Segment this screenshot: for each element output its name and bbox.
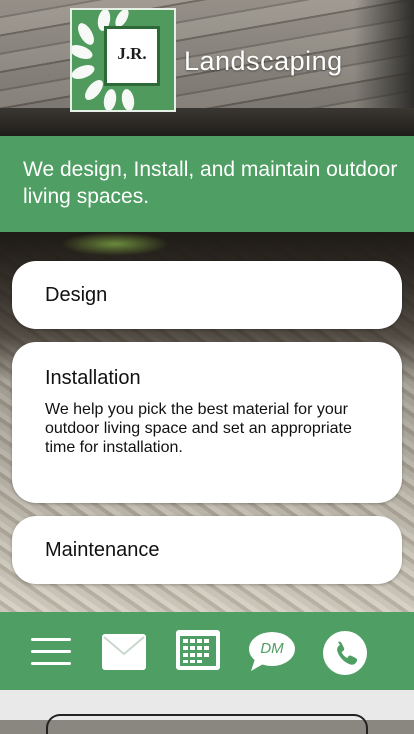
hero-ground bbox=[0, 108, 414, 136]
dm-label: DM bbox=[260, 640, 284, 657]
service-card-maintenance[interactable]: Maintenance bbox=[12, 516, 402, 584]
service-title: Installation bbox=[45, 367, 141, 389]
phone-button[interactable] bbox=[322, 630, 368, 675]
calendar-icon bbox=[176, 630, 220, 670]
service-description: We help you pick the best material for y… bbox=[45, 401, 352, 456]
tagline-banner: We design, Install, and maintain outdoor… bbox=[0, 136, 414, 232]
service-title: Maintenance bbox=[45, 539, 160, 561]
hamburger-menu-icon bbox=[31, 638, 71, 665]
menu-button[interactable] bbox=[30, 630, 72, 674]
hero-image: J.R. Landscaping bbox=[0, 0, 414, 136]
service-card-design[interactable]: Design bbox=[12, 261, 402, 329]
tagline-text: We design, Install, and maintain outdoor… bbox=[23, 158, 398, 208]
partial-control bbox=[46, 714, 368, 734]
service-card-installation[interactable]: Installation We help you pick the best m… bbox=[12, 342, 402, 503]
service-title: Design bbox=[45, 284, 108, 306]
phone-icon bbox=[323, 631, 367, 675]
bottom-nav: DM bbox=[0, 612, 414, 690]
logo-text: J.R. bbox=[117, 44, 147, 63]
email-button[interactable] bbox=[101, 632, 147, 676]
greenery bbox=[60, 232, 170, 256]
calendar-button[interactable] bbox=[175, 629, 221, 673]
logo[interactable]: J.R. bbox=[70, 8, 176, 112]
direct-message-button[interactable]: DM bbox=[247, 631, 297, 675]
brand-name: Landscaping bbox=[184, 46, 343, 76]
mail-icon bbox=[102, 634, 146, 670]
browser-bottom-area bbox=[0, 690, 414, 734]
